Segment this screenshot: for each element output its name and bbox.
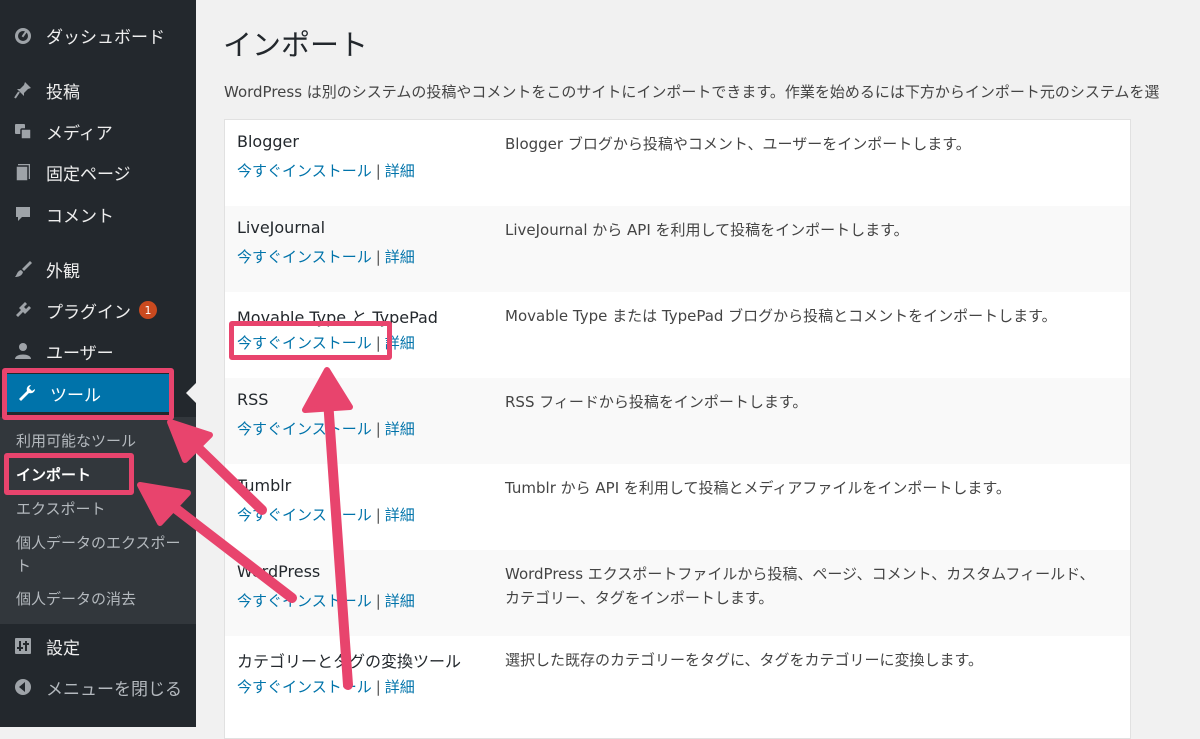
importer-name: カテゴリーとタグの変換ツール (237, 652, 462, 671)
details-link[interactable]: 詳細 (385, 506, 415, 524)
install-now-link[interactable]: 今すぐインストール (237, 248, 372, 266)
menu-label: コメント (46, 206, 114, 227)
submenu-export-personal-data[interactable]: 個人データのエクスポート (16, 532, 181, 578)
menu-appearance[interactable]: 外観 (0, 250, 196, 288)
menu-label: プラグイン (46, 302, 131, 323)
separator: | (375, 420, 381, 438)
update-count-badge: 1 (139, 301, 157, 319)
importer-name: WordPress (237, 562, 321, 581)
importer-name: Movable Type と TypePad (237, 308, 438, 327)
importer-row-blogger: Blogger 今すぐインストール | 詳細 Blogger ブログから投稿やコメン… (225, 120, 1130, 206)
dashboard-icon (12, 24, 34, 46)
importer-actions: 今すぐインストール | 詳細 (237, 676, 415, 697)
plugin-icon (12, 299, 34, 321)
importer-description: WordPress エクスポートファイルから投稿、ページ、コメント、カスタムフィ… (505, 565, 1095, 607)
menu-label: 設定 (46, 638, 80, 659)
menu-label: 固定ページ (46, 164, 131, 185)
settings-icon (12, 635, 34, 657)
menu-collapse[interactable]: メニューを閉じる (0, 668, 196, 706)
install-now-link[interactable]: 今すぐインストール (237, 592, 372, 610)
menu-label: メディア (46, 123, 113, 144)
details-link[interactable]: 詳細 (385, 420, 415, 438)
menu-media[interactable]: メディア (0, 112, 196, 150)
importer-name: Tumblr (237, 476, 292, 495)
install-now-link[interactable]: 今すぐインストール (237, 420, 372, 438)
separator: | (375, 506, 381, 524)
install-now-link[interactable]: 今すぐインストール (237, 506, 372, 524)
wrench-icon (16, 382, 38, 404)
importer-actions: 今すぐインストール | 詳細 (237, 160, 415, 181)
separator: | (375, 334, 381, 352)
details-link[interactable]: 詳細 (385, 678, 415, 696)
importer-description: Blogger ブログから投稿やコメント、ユーザーをインポートします。 (505, 135, 971, 153)
importer-actions: 今すぐインストール | 詳細 (237, 246, 415, 267)
separator: | (375, 678, 381, 696)
pin-icon (12, 79, 34, 101)
details-link[interactable]: 詳細 (385, 334, 415, 352)
separator: | (375, 248, 381, 266)
importer-name: Blogger (237, 132, 299, 151)
details-link[interactable]: 詳細 (385, 592, 415, 610)
importer-row-category-tag-converter: カテゴリーとタグの変換ツール 今すぐインストール | 詳細 選択した既存のカテゴリー… (225, 636, 1130, 722)
details-link[interactable]: 詳細 (385, 162, 415, 180)
submenu-erase-personal-data[interactable]: 個人データの消去 (16, 588, 136, 609)
importer-row-livejournal: LiveJournal 今すぐインストール | 詳細 LiveJournal から … (225, 206, 1130, 292)
separator: | (375, 162, 381, 180)
menu-posts[interactable]: 投稿 (0, 71, 196, 109)
menu-label: メニューを閉じる (46, 679, 182, 700)
current-menu-arrow (186, 383, 196, 403)
page-title: インポート (223, 28, 369, 62)
menu-settings[interactable]: 設定 (0, 627, 196, 665)
importers-table: Blogger 今すぐインストール | 詳細 Blogger ブログから投稿やコメン… (224, 119, 1131, 739)
importer-row-rss: RSS 今すぐインストール | 詳細 RSS フィードから投稿をインポートします。 (225, 378, 1130, 464)
submenu-export[interactable]: エクスポート (16, 498, 106, 519)
menu-label: ツール (50, 385, 101, 406)
comment-icon (12, 203, 34, 225)
importer-row-wordpress: WordPress 今すぐインストール | 詳細 WordPress エクスポートフ… (225, 550, 1130, 636)
brush-icon (12, 258, 34, 280)
importer-actions: 今すぐインストール | 詳細 (237, 418, 415, 439)
importer-actions: 今すぐインストール | 詳細 (237, 332, 415, 353)
menu-dashboard[interactable]: ダッシュボード (0, 16, 196, 54)
menu-plugins[interactable]: プラグイン 1 (0, 291, 196, 329)
menu-label: 外観 (46, 261, 80, 282)
submenu-available-tools[interactable]: 利用可能なツール (16, 430, 136, 451)
importer-description: 選択した既存のカテゴリーをタグに、タグをカテゴリーに変換します。 (505, 651, 984, 669)
importer-actions: 今すぐインストール | 詳細 (237, 504, 415, 525)
importer-name: RSS (237, 390, 269, 409)
page-icon (12, 161, 34, 183)
collapse-icon (12, 676, 34, 698)
menu-label: 投稿 (46, 82, 80, 103)
importer-description: RSS フィードから投稿をインポートします。 (505, 393, 808, 411)
page-description: WordPress は別のシステムの投稿やコメントをこのサイトにインポートできま… (224, 83, 1160, 101)
importer-name: LiveJournal (237, 218, 326, 237)
separator: | (375, 592, 381, 610)
menu-users[interactable]: ユーザー (0, 332, 196, 370)
menu-tools[interactable]: ツール (4, 374, 170, 412)
install-now-link[interactable]: 今すぐインストール (237, 334, 372, 352)
importer-row-tumblr: Tumblr 今すぐインストール | 詳細 Tumblr から API を利用して投… (225, 464, 1130, 550)
menu-label: ダッシュボード (46, 27, 165, 48)
menu-comments[interactable]: コメント (0, 195, 196, 233)
admin-sidebar: ダッシュボード 投稿 メディア 固定ページ コメント 外観 プラグイン 1 ユー… (0, 0, 196, 727)
details-link[interactable]: 詳細 (385, 248, 415, 266)
importer-description: Movable Type または TypePad ブログから投稿とコメントをイン… (505, 307, 1057, 325)
importer-description: Tumblr から API を利用して投稿とメディアファイルをインポートします。 (505, 479, 1011, 497)
submenu-import[interactable]: インポート (16, 464, 91, 485)
install-now-link[interactable]: 今すぐインストール (237, 162, 372, 180)
menu-label: ユーザー (46, 343, 114, 364)
importer-actions: 今すぐインストール | 詳細 (237, 590, 415, 611)
install-now-link[interactable]: 今すぐインストール (237, 678, 372, 696)
importer-row-movabletype: Movable Type と TypePad 今すぐインストール | 詳細 Mova… (225, 292, 1130, 378)
user-icon (12, 340, 34, 362)
tools-submenu: 利用可能なツール インポート エクスポート 個人データのエクスポート 個人データ… (0, 417, 196, 624)
media-icon (12, 120, 34, 142)
menu-pages[interactable]: 固定ページ (0, 153, 196, 191)
importer-description: LiveJournal から API を利用して投稿をインポートします。 (505, 221, 909, 239)
